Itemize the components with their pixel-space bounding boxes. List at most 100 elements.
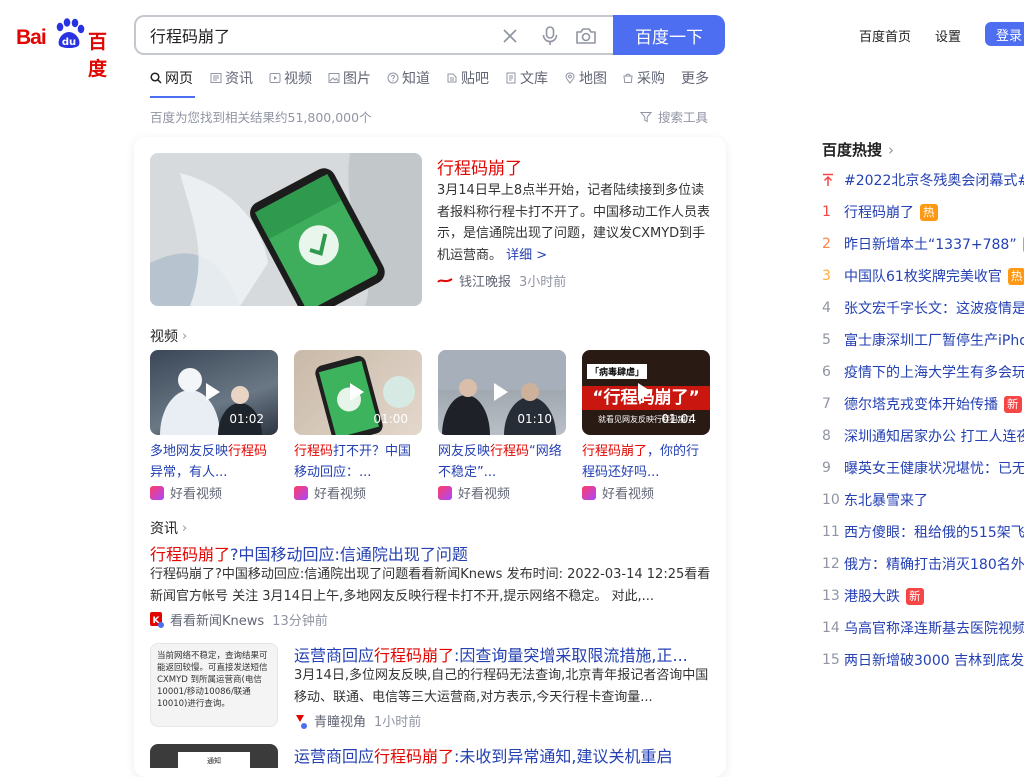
search-box[interactable] xyxy=(134,15,614,55)
video-source[interactable]: 好看视频 xyxy=(438,483,510,502)
video-title[interactable]: 多地网友反映行程码异常，有人... xyxy=(150,441,278,483)
source-name[interactable]: 看看新闻Knews xyxy=(170,610,264,629)
hot-rank: 9 xyxy=(822,460,831,476)
video-source[interactable]: 好看视频 xyxy=(582,483,654,502)
hot-item-text: 乌高官称泽连斯基去医院视频 xyxy=(844,621,1024,637)
video-thumbnail[interactable]: 01:00 xyxy=(294,350,422,435)
video-thumbnail[interactable]: 01:10 xyxy=(438,350,566,435)
hot-rank: 3 xyxy=(822,268,831,284)
news-thumbnail[interactable]: 通知 xyxy=(150,744,278,768)
video-thumbnail[interactable]: 01:02 xyxy=(150,350,278,435)
source-name: 好看视频 xyxy=(602,487,655,502)
hot-item-text: 俄方：精确打击消灭180名外国 xyxy=(844,557,1024,573)
baidu-logo[interactable]: Bai du 百度 xyxy=(16,18,120,80)
phone-photo-illustration xyxy=(150,153,422,306)
hot-item[interactable]: 4 张文宏千字长文：这波疫情是 xyxy=(822,298,1024,318)
settings-link[interactable]: 设置 xyxy=(935,26,961,45)
hot-item[interactable]: 13 港股大跌 新 xyxy=(822,586,924,606)
hot-item-text: 西方傻眼：租给俄的515架飞机 xyxy=(844,525,1024,541)
title-highlight: 行程码崩了 xyxy=(582,444,648,459)
tab-label: 图片 xyxy=(343,71,371,87)
tab-web[interactable]: 网页 xyxy=(150,68,193,88)
hot-item[interactable]: 8 深圳通知居家办公 打工人连夜 xyxy=(822,426,1024,446)
hot-item[interactable]: 12 俄方：精确打击消灭180名外国 xyxy=(822,554,1024,574)
tab-label: 知道 xyxy=(402,71,430,87)
document-icon xyxy=(506,72,516,84)
video-source[interactable]: 好看视频 xyxy=(294,483,366,502)
video-duration: 01:10 xyxy=(517,412,552,426)
hot-rank: 11 xyxy=(822,524,840,540)
hot-item[interactable]: 7 德尔塔克戎变体开始传播 新 xyxy=(822,394,1022,414)
news-summary: 3月14日,多位网友反映,自己的行程码无法查询,北京青年报记者咨询中国移动、联通… xyxy=(294,668,709,705)
qingtong-logo-icon xyxy=(296,714,307,729)
logo-text-right: 百度 xyxy=(88,31,107,80)
hot-rank: 14 xyxy=(822,620,840,636)
hot-item[interactable]: 9 曝英女王健康状况堪忧：已无 xyxy=(822,458,1024,478)
hot-item[interactable]: 11 西方傻眼：租给俄的515架飞机 xyxy=(822,522,1024,542)
hot-item[interactable]: 15 两日新增破3000 吉林到底发生 xyxy=(822,650,1024,670)
video-duration: 01:04 xyxy=(661,412,696,426)
hot-item[interactable]: 5 富士康深圳工厂暂停生产iPhone xyxy=(822,330,1024,350)
chevron-right-icon: › xyxy=(182,520,188,536)
title-part: 网友反映 xyxy=(438,444,491,459)
hot-item[interactable]: 3 中国队61枚奖牌完美收官 热 xyxy=(822,266,1024,286)
clear-icon[interactable] xyxy=(499,25,521,47)
tab-wenku[interactable]: 文库 xyxy=(505,68,548,88)
hot-item[interactable]: 6 疫情下的上海大学生有多会玩 xyxy=(822,362,1024,382)
source-name[interactable]: 钱江晚报 xyxy=(459,271,511,290)
baidu-home-link[interactable]: 百度首页 xyxy=(859,26,911,45)
video-title[interactable]: 网友反映行程码“网络不稳定”... xyxy=(438,441,566,483)
hot-badge: 热 xyxy=(920,203,938,221)
tab-tieba[interactable]: 贴吧 xyxy=(446,68,489,88)
tab-label: 网页 xyxy=(165,71,193,87)
camera-icon[interactable] xyxy=(575,25,597,47)
hot-search-title[interactable]: 百度热搜 › xyxy=(822,139,894,160)
login-button[interactable]: 登录 xyxy=(985,22,1024,46)
filter-icon xyxy=(640,111,652,122)
tab-more[interactable]: 更多 xyxy=(681,68,709,88)
video-title[interactable]: 行程码崩了，你的行程码还好吗... xyxy=(582,441,710,483)
tab-shopping[interactable]: 采购 xyxy=(622,68,665,88)
tab-label: 视频 xyxy=(284,71,312,87)
top-result-title[interactable]: 行程码崩了 xyxy=(437,154,522,179)
video-section-label[interactable]: 视频 › xyxy=(150,326,187,346)
hot-item-text: #2022北京冬残奥会闭幕式# xyxy=(844,173,1024,189)
video-title[interactable]: 行程码打不开？中国移动回应：... xyxy=(294,441,422,483)
title-highlight: 行程码崩了 xyxy=(150,545,231,564)
title-part: ?中国移动回应:信通院出现了问题 xyxy=(230,545,468,564)
source-name: 好看视频 xyxy=(314,487,367,502)
tab-image[interactable]: 图片 xyxy=(328,68,371,88)
microphone-icon[interactable] xyxy=(539,25,561,47)
thumb-text: 通知 xyxy=(178,752,250,768)
video-thumbnail[interactable]: 「病毒肆虐」 “行程码崩了” 就看见网友反映行程码崩了 01:04 xyxy=(582,350,710,435)
search-tools[interactable]: 搜索工具 xyxy=(640,107,708,126)
tab-zhidao[interactable]: 知道 xyxy=(387,68,430,88)
top-result-image[interactable] xyxy=(150,153,422,306)
hot-item[interactable]: 14 乌高官称泽连斯基去医院视频 xyxy=(822,618,1024,638)
news-thumbnail[interactable]: 当前网络不稳定，查询结果可能返回较慢。可直接发送短信 CXMYD 到所属运营商(… xyxy=(150,643,278,727)
hot-search-label: 百度热搜 xyxy=(822,141,883,159)
hot-item[interactable]: #2022北京冬残奥会闭幕式# xyxy=(822,170,1024,190)
tieba-icon xyxy=(447,73,457,83)
play-icon xyxy=(638,383,652,401)
hot-item[interactable]: 2 昨日新增本土“1337+788” 热 xyxy=(822,234,1024,254)
video-source[interactable]: 好看视频 xyxy=(150,483,222,502)
news-section-label[interactable]: 资讯 › xyxy=(150,518,187,538)
news-title[interactable]: 运营商回应行程码崩了:因查询量突增采取限流措施,正... xyxy=(294,642,688,666)
source-time: 1小时前 xyxy=(374,715,422,730)
search-button[interactable]: 百度一下 xyxy=(613,15,725,55)
tab-map[interactable]: 地图 xyxy=(564,68,607,88)
source-name[interactable]: 青瞳视角 xyxy=(314,711,366,730)
new-badge: 新 xyxy=(906,587,924,605)
detail-link[interactable]: 详细 > xyxy=(506,248,547,263)
news-title[interactable]: 运营商回应行程码崩了:未收到异常通知,建议关机重启 xyxy=(294,743,673,767)
hot-item[interactable]: 1 行程码崩了 热 xyxy=(822,202,938,222)
news-summary: 行程码崩了?中国移动回应:信通院出现了问题看看新闻Knews 发布时间: 202… xyxy=(150,567,711,604)
tab-news[interactable]: 资讯 xyxy=(210,68,253,88)
title-highlight: 行程码崩了 xyxy=(374,646,455,665)
tab-video[interactable]: 视频 xyxy=(269,68,312,88)
hot-item[interactable]: 10 东北暴雪来了 xyxy=(822,490,928,510)
news-title[interactable]: 行程码崩了?中国移动回应:信通院出现了问题 xyxy=(150,541,468,565)
chevron-right-icon: › xyxy=(182,328,188,344)
search-input[interactable] xyxy=(150,17,480,53)
